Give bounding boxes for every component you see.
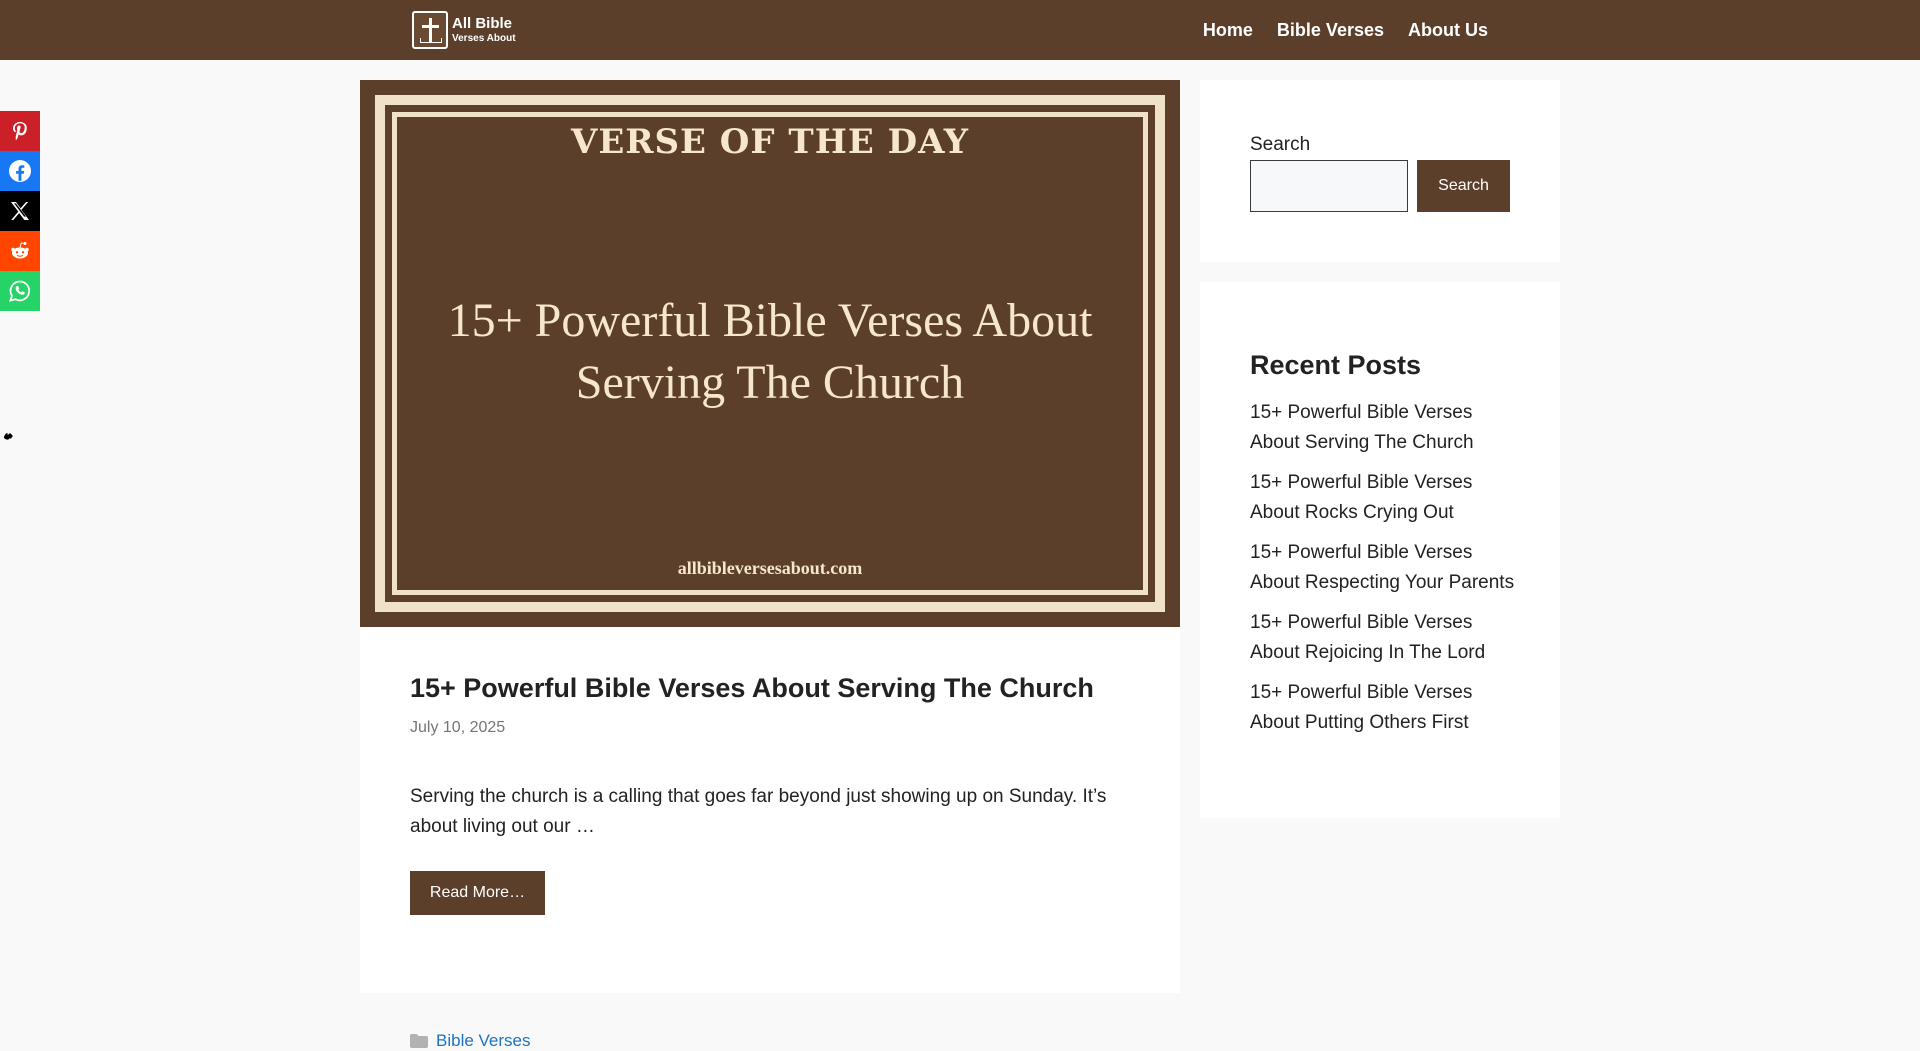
recent-post-link[interactable]: 15+ Powerful Bible Verses About Rocks Cr… bbox=[1250, 472, 1472, 523]
list-item: 15+ Powerful Bible Verses About Putting … bbox=[1250, 678, 1520, 738]
nav-about-us[interactable]: About Us bbox=[1396, 20, 1500, 41]
site-logo[interactable]: All Bible Verses About bbox=[412, 10, 516, 50]
list-item: 15+ Powerful Bible Verses About Respecti… bbox=[1250, 538, 1520, 598]
list-item: 15+ Powerful Bible Verses About Serving … bbox=[1250, 398, 1520, 458]
brand-text: All Bible Verses About bbox=[452, 16, 516, 44]
reddit-share-button[interactable] bbox=[0, 231, 40, 271]
recent-post-link[interactable]: 15+ Powerful Bible Verses About Putting … bbox=[1250, 682, 1472, 733]
whatsapp-icon bbox=[9, 280, 31, 302]
nav-home[interactable]: Home bbox=[1191, 20, 1265, 41]
image-heading: VERSE OF THE DAY bbox=[570, 122, 970, 162]
recent-post-link[interactable]: 15+ Powerful Bible Verses About Respecti… bbox=[1250, 542, 1514, 593]
recent-post-link[interactable]: 15+ Powerful Bible Verses About Serving … bbox=[1250, 402, 1474, 453]
search-label: Search bbox=[1250, 134, 1311, 155]
recent-post-link[interactable]: 15+ Powerful Bible Verses About Rejoicin… bbox=[1250, 612, 1485, 663]
featured-image[interactable]: VERSE OF THE DAY 15+ Powerful Bible Vers… bbox=[360, 80, 1180, 627]
folder-icon bbox=[410, 1034, 428, 1048]
cross-book-logo-icon bbox=[412, 11, 448, 49]
whatsapp-share-button[interactable] bbox=[0, 271, 40, 311]
post-card: VERSE OF THE DAY 15+ Powerful Bible Vers… bbox=[360, 80, 1180, 1050]
facebook-share-button[interactable] bbox=[0, 151, 40, 191]
recent-posts-list: 15+ Powerful Bible Verses About Serving … bbox=[1250, 398, 1520, 748]
image-site-url: allbibleversesabout.com bbox=[677, 558, 863, 578]
image-title: 15+ Powerful Bible Verses About Serving … bbox=[447, 294, 1093, 409]
recent-posts-widget: Recent Posts 15+ Powerful Bible Verses A… bbox=[1200, 282, 1560, 818]
social-share-bar bbox=[0, 111, 40, 440]
main-navigation: Home Bible Verses About Us bbox=[1191, 0, 1500, 60]
pinterest-share-button[interactable] bbox=[0, 111, 40, 151]
site-header: All Bible Verses About Home Bible Verses… bbox=[0, 0, 1920, 60]
x-share-button[interactable] bbox=[0, 191, 40, 231]
search-input[interactable] bbox=[1250, 160, 1408, 212]
read-more-button[interactable]: Read More… bbox=[410, 871, 545, 915]
x-icon bbox=[11, 202, 29, 220]
nav-bible-verses[interactable]: Bible Verses bbox=[1265, 20, 1396, 41]
recent-posts-title: Recent Posts bbox=[1250, 350, 1422, 380]
reddit-icon bbox=[11, 242, 29, 259]
facebook-icon bbox=[9, 160, 31, 182]
search-button[interactable]: Search bbox=[1417, 160, 1510, 212]
hide-share-bar-icon[interactable] bbox=[2, 429, 16, 443]
post-excerpt: Serving the church is a calling that goe… bbox=[410, 786, 1107, 837]
category-link[interactable]: Bible Verses bbox=[436, 1031, 531, 1051]
post-category: Bible Verses bbox=[410, 1031, 531, 1051]
post-title[interactable]: 15+ Powerful Bible Verses About Serving … bbox=[410, 672, 1130, 704]
brand-name: All Bible bbox=[452, 15, 513, 32]
search-widget: Search Search bbox=[1200, 80, 1560, 262]
list-item: 15+ Powerful Bible Verses About Rejoicin… bbox=[1250, 608, 1520, 668]
list-item: 15+ Powerful Bible Verses About Rocks Cr… bbox=[1250, 468, 1520, 528]
brand-tagline: Verses About bbox=[452, 33, 516, 44]
pinterest-icon bbox=[13, 122, 27, 141]
post-date: July 10, 2025 bbox=[410, 719, 506, 736]
